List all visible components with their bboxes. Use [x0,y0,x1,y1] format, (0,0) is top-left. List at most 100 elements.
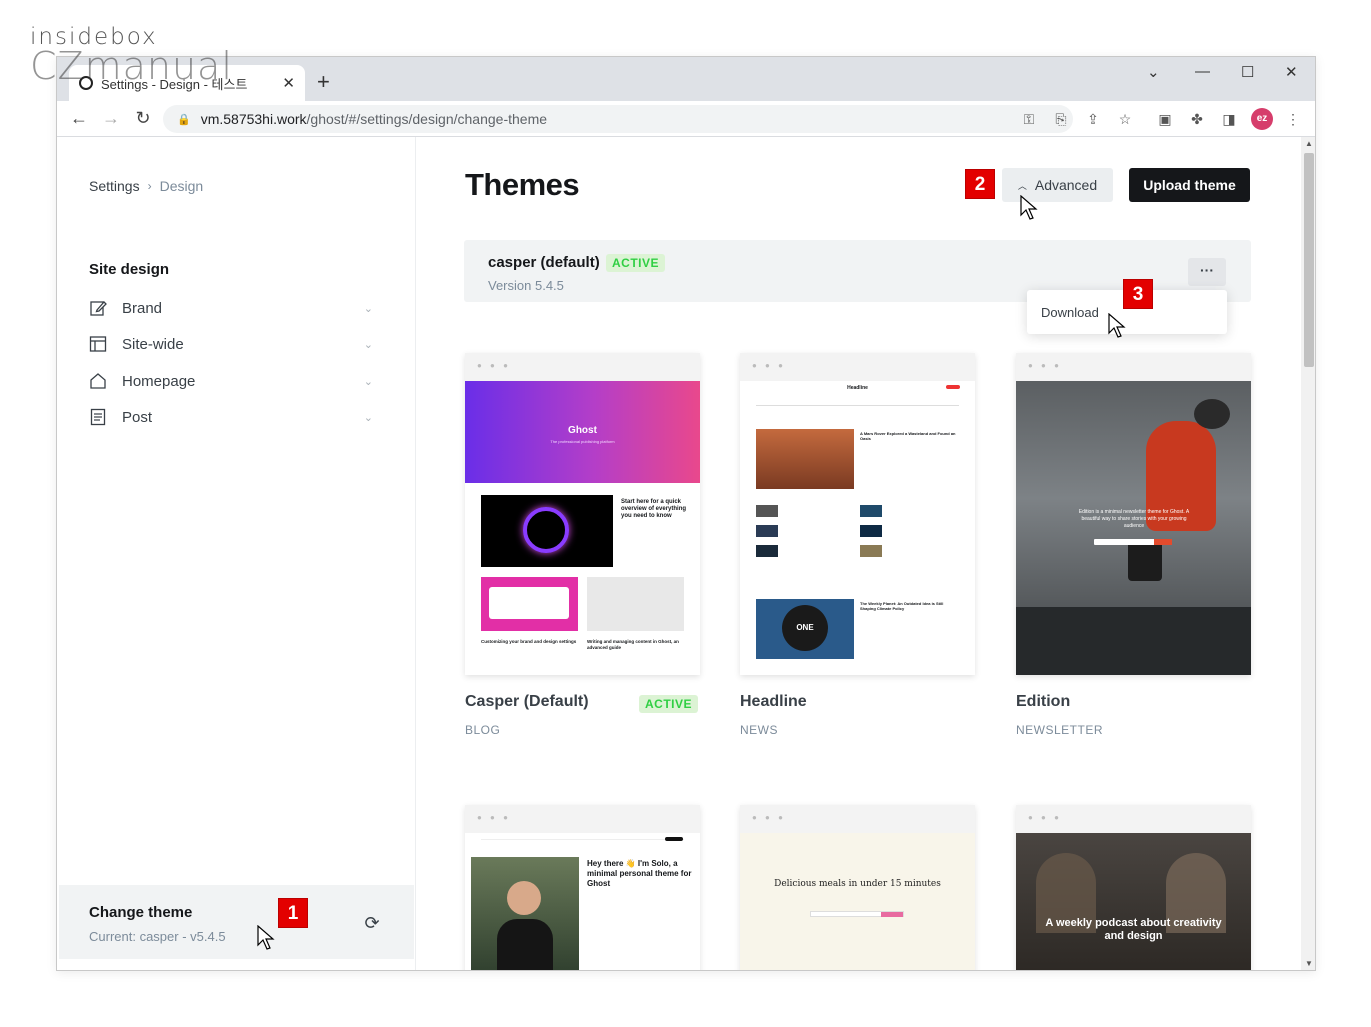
headline-logo: Headline [847,385,868,391]
extensions-icon[interactable]: ✤ [1187,109,1207,129]
scrollbar-thumb[interactable] [1304,153,1314,367]
translate-icon[interactable]: ⎘ [1051,109,1071,129]
key-icon[interactable]: ⚿ [1019,109,1039,129]
page-scrollbar[interactable]: ▲ ▼ [1301,137,1315,970]
maximize-icon[interactable]: ☐ [1241,63,1254,81]
close-tab-icon[interactable]: ✕ [282,74,295,92]
sidebar-item-label: Homepage [122,372,196,390]
chevron-down-icon: ⌄ [363,411,373,424]
breadcrumb: Settings › Design [89,178,203,194]
headline-image-mars [756,429,854,489]
casper-card-image [481,577,578,631]
extension-app-icon[interactable]: ▣ [1155,109,1175,129]
installed-theme-version: Version 5.4.5 [488,278,564,293]
change-theme-title: Change theme [89,904,193,921]
layout-icon [89,336,107,352]
new-tab-icon[interactable]: + [317,69,330,95]
close-window-icon[interactable]: ✕ [1285,63,1298,81]
mouse-cursor-icon [257,925,275,950]
casper-hero: Ghost The professional publishing platfo… [465,381,700,483]
back-icon[interactable]: ← [63,108,95,129]
solo-screenshot: Hey there 👋 I'm Solo, a minimal personal… [465,833,700,970]
theme-preview: ● ● ● Delicious meals in under 15 minute… [740,805,975,970]
ghost-favicon-icon [79,76,93,90]
side-panel-icon[interactable]: ◨ [1219,109,1239,129]
step-marker-3: 3 [1123,279,1153,309]
episode-headline: A weekly podcast about creativity and de… [1045,917,1222,942]
window-dots-icon: ● ● ● [752,813,786,822]
theme-category: NEWS [740,723,778,737]
document-icon [90,408,106,426]
casper-screenshot: Ghost The professional publishing platfo… [465,381,700,675]
change-theme-button[interactable]: Change theme Current: casper - v5.4.5 ⟳ [59,885,414,959]
casper-card-image2 [587,577,684,631]
url-input[interactable]: 🔒 vm.58753hi.work/ghost/#/settings/desig… [163,105,1073,133]
scroll-down-icon[interactable]: ▼ [1305,959,1313,968]
bookmark-star-icon[interactable]: ☆ [1115,109,1135,129]
casper-post2: Customizing your brand and design settin… [481,639,577,644]
chevron-down-icon: ⌄ [363,302,373,315]
profile-avatar[interactable]: ez [1251,108,1273,130]
breadcrumb-design: Design [159,178,204,194]
edition-tagline: Edition is a minimal newsletter theme fo… [1078,509,1190,529]
chevron-down-icon: ⌄ [363,375,373,388]
download-menu-item[interactable]: Download [1041,305,1099,320]
minimize-icon[interactable]: — [1195,63,1210,80]
headline-env-post: The Weekly Planet: An Outdated Idea is S… [860,601,944,611]
page-title: Themes [465,167,580,202]
theme-preview: ● ● ● Headline A Mars Rover Explored a W… [740,353,975,675]
theme-name: Casper (Default) [465,693,589,710]
forward-icon[interactable]: → [95,108,127,129]
casper-post-title: Start here for a quick overview of every… [621,499,687,519]
casper-post3: Writing and managing content in Ghost, a… [587,639,679,650]
casper-hero-sub: The professional publishing platform [550,439,615,444]
tab-bar: Settings - Design - 테스트 ✕ + ⌄ — ☐ ✕ [57,57,1315,101]
theme-preview: ● ● ● Edition is a minimal newsletter th… [1016,353,1251,675]
theme-menu-button[interactable]: ··· [1188,258,1226,286]
share-icon[interactable]: ⇪ [1083,109,1103,129]
home-icon [90,373,106,389]
scroll-up-icon[interactable]: ▲ [1305,139,1313,148]
chevron-down-icon: ⌄ [363,338,373,351]
theme-name: Headline [740,693,807,710]
themes-panel: Themes ︿ Advanced Upload theme casper (d… [417,137,1301,970]
browser-tab[interactable]: Settings - Design - 테스트 ✕ [69,65,305,101]
url-path: /ghost/#/settings/design/change-theme [306,111,548,127]
episode-screenshot: A weekly podcast about creativity and de… [1016,833,1251,970]
address-bar: ← → ↻ 🔒 vm.58753hi.work/ghost/#/settings… [57,101,1315,137]
theme-category: NEWSLETTER [1016,723,1104,737]
window-dots-icon: ● ● ● [1028,361,1062,370]
watermark-line1: insidebox [30,24,158,50]
headline-image-world: ONE WORLD [756,599,854,675]
sidebar-item-label: Post [122,408,153,426]
solo-photo [471,857,579,970]
theme-preview: ● ● ● A weekly podcast about creativity … [1016,805,1251,970]
installed-theme-name: casper (default) [488,254,600,271]
reload-icon[interactable]: ↻ [127,108,159,129]
casper-feature-image [481,495,613,567]
tab-search-icon[interactable]: ⌄ [1147,63,1160,81]
breadcrumb-settings[interactable]: Settings [89,178,140,194]
sidebar-item-post[interactable]: Post ⌄ [89,402,379,432]
theme-preview: ● ● ● Hey there 👋 I'm Solo, a minimal pe… [465,805,700,970]
edit-icon [90,301,107,316]
mouse-cursor-icon [1108,313,1126,338]
theme-name: Edition [1016,693,1071,710]
advanced-button[interactable]: ︿ Advanced [1002,168,1113,202]
headline-main-post: A Mars Rover Explored a Wasteland and Fo… [860,431,956,441]
sidebar-item-brand[interactable]: Brand ⌄ [89,293,379,323]
window-dots-icon: ● ● ● [1028,813,1062,822]
sidebar-item-site-wide[interactable]: Site-wide ⌄ [89,329,379,359]
upload-theme-button[interactable]: Upload theme [1129,168,1250,202]
breadcrumb-chevron-icon: › [147,179,152,193]
refresh-icon: ⟳ [364,913,380,933]
browser-window: Settings - Design - 테스트 ✕ + ⌄ — ☐ ✕ ← → … [56,56,1316,971]
casper-hero-title: Ghost [568,425,597,436]
lock-icon: 🔒 [177,113,191,126]
theme-category: BLOG [465,723,501,737]
chevron-up-icon: ︿ [1017,180,1027,191]
active-badge: ACTIVE [639,695,699,713]
browser-menu-icon[interactable]: ⋮ [1283,109,1303,129]
sidebar-item-label: Site-wide [122,335,184,353]
sidebar-item-homepage[interactable]: Homepage ⌄ [89,366,379,396]
